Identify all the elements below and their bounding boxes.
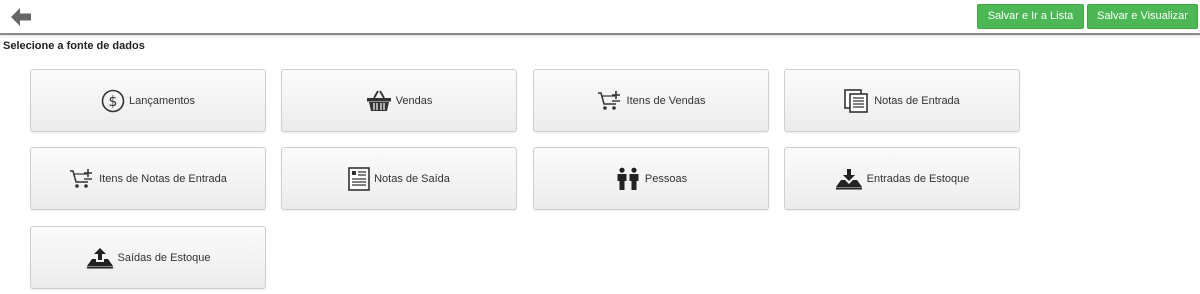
source-label: Vendas	[395, 94, 433, 107]
save-and-go-to-list-button[interactable]: Salvar e Ir a Lista	[977, 4, 1084, 29]
source-tile-pessoas[interactable]: Pessoas	[533, 147, 769, 210]
svg-text:$: $	[109, 94, 118, 110]
source-label: Itens de Notas de Entrada	[99, 172, 227, 185]
source-tile-notas-de-entrada[interactable]: Notas de Entrada	[784, 69, 1020, 132]
documents-icon	[844, 88, 870, 113]
receipt-icon	[348, 166, 370, 191]
source-label: Lançamentos	[128, 94, 196, 107]
dollar-circle-icon: $	[101, 89, 125, 113]
source-tile-itens-de-vendas[interactable]: Itens de Vendas	[533, 69, 769, 132]
basket-icon	[366, 90, 392, 112]
people-icon	[615, 167, 641, 191]
source-tile-lancamentos[interactable]: $ Lançamentos	[30, 69, 266, 132]
page-title: Selecione a fonte de dados	[3, 40, 145, 52]
source-label: Entradas de Estoque	[866, 172, 970, 185]
tray-download-icon	[835, 168, 863, 190]
source-tile-notas-de-saida[interactable]: Notas de Saída	[281, 147, 517, 210]
save-and-view-button[interactable]: Salvar e Visualizar	[1087, 4, 1198, 29]
source-tile-saidas-de-estoque[interactable]: Saídas de Estoque	[30, 226, 266, 289]
cart-add-icon	[69, 168, 95, 190]
source-tile-entradas-de-estoque[interactable]: Entradas de Estoque	[784, 147, 1020, 210]
arrow-left-icon	[11, 8, 31, 26]
back-button[interactable]	[9, 6, 33, 28]
source-label: Itens de Vendas	[626, 94, 706, 107]
tray-upload-icon	[86, 247, 114, 269]
source-tile-itens-de-notas-de-entrada[interactable]: Itens de Notas de Entrada	[30, 147, 266, 210]
source-label: Notas de Entrada	[874, 94, 960, 107]
source-label: Notas de Saída	[374, 172, 450, 185]
cart-add-icon	[597, 90, 623, 112]
source-label: Pessoas	[644, 172, 688, 185]
source-label: Saídas de Estoque	[117, 251, 211, 264]
source-tile-vendas[interactable]: Vendas	[281, 69, 517, 132]
toolbar: Salvar e Ir a Lista Salvar e Visualizar	[0, 0, 1200, 35]
